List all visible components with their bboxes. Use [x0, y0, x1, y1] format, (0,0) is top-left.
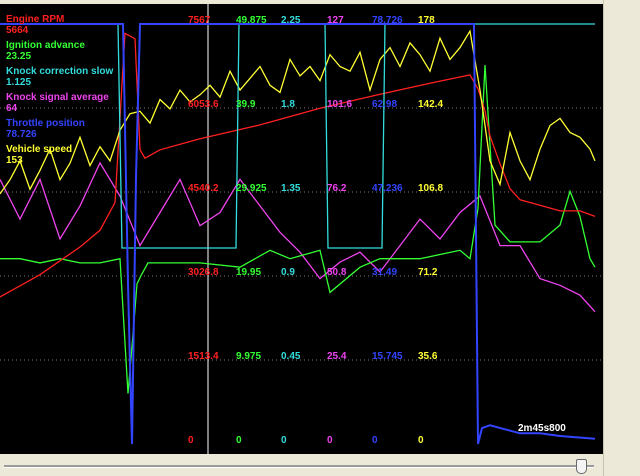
- scale-label: 6053.6: [188, 99, 219, 110]
- legend-value: 64: [6, 103, 18, 114]
- scale-label: 2.25: [281, 15, 301, 26]
- legend-name: Ignition advance: [6, 40, 85, 51]
- legend-name: Knock signal average: [6, 92, 109, 103]
- scroll-track: [4, 465, 594, 468]
- scale-label: 50.8: [327, 267, 347, 278]
- scale-label: 0: [418, 435, 424, 446]
- scale-label: 1.8: [281, 99, 295, 110]
- legend-value: 78.726: [6, 129, 37, 140]
- scale-label: 4540.2: [188, 183, 219, 194]
- log-plot-area[interactable]: Engine RPM 5664 Ignition advance 23.25 Knock…: [0, 4, 603, 454]
- scale-label: 47.236: [372, 183, 403, 194]
- scale-label: 62.98: [372, 99, 398, 110]
- scale-label: 0.45: [281, 351, 301, 362]
- log-viewer-window: Engine RPM 5664 Ignition advance 23.25 Knock…: [0, 0, 640, 476]
- legend-value: 23.25: [6, 51, 32, 62]
- scale-label: 31.49: [372, 267, 398, 278]
- scale-label: 0: [236, 435, 242, 446]
- scale-label: 3026.8: [188, 267, 219, 278]
- scale-label: 49.875: [236, 15, 267, 26]
- scale-label: 71.2: [418, 267, 438, 278]
- scale-label: 1.35: [281, 183, 301, 194]
- series-line-throttle-position: [0, 23, 596, 445]
- scale-label: 0: [188, 435, 194, 446]
- scale-label: 0: [372, 435, 378, 446]
- scale-label: 0: [327, 435, 333, 446]
- scale-label: 78.726: [372, 15, 403, 26]
- legend-name: Knock correction slow: [6, 66, 114, 77]
- scale-label: 39.9: [236, 99, 256, 110]
- scale-label: 142.4: [418, 99, 444, 110]
- scale-label: 0: [281, 435, 287, 446]
- legend-value: 1.125: [6, 77, 32, 88]
- legend-name: Vehicle speed: [6, 144, 73, 155]
- scale-label: 0.9: [281, 267, 295, 278]
- scale-label: 35.6: [418, 351, 438, 362]
- scale-label: 15.745: [372, 351, 403, 362]
- scale-label: 178: [418, 15, 435, 26]
- scale-label: 9.975: [236, 351, 262, 362]
- scale-label: 106.8: [418, 183, 444, 194]
- cursor-time-label: 2m45s800: [518, 423, 566, 434]
- scale-label: 1513.4: [188, 351, 219, 362]
- scale-label: 76.2: [327, 183, 347, 194]
- scale-label: 29.925: [236, 183, 267, 194]
- scroll-thumb[interactable]: [576, 459, 587, 474]
- legend-name: Throttle position: [6, 118, 85, 129]
- time-scrollbar[interactable]: [0, 456, 603, 476]
- series-line-knock-correction-slow: [0, 23, 595, 249]
- legend-value: 153: [6, 155, 23, 166]
- legend-name: Engine RPM: [6, 14, 65, 25]
- scale-label: 19.95: [236, 267, 262, 278]
- scale-label: 7567: [188, 15, 211, 26]
- scale-label: 25.4: [327, 351, 347, 362]
- series-line-vehicle-speed: [0, 29, 596, 195]
- side-panel: [603, 0, 640, 476]
- scale-label: 101.6: [327, 99, 353, 110]
- scale-label: 127: [327, 15, 344, 26]
- legend-value: 5664: [6, 25, 29, 36]
